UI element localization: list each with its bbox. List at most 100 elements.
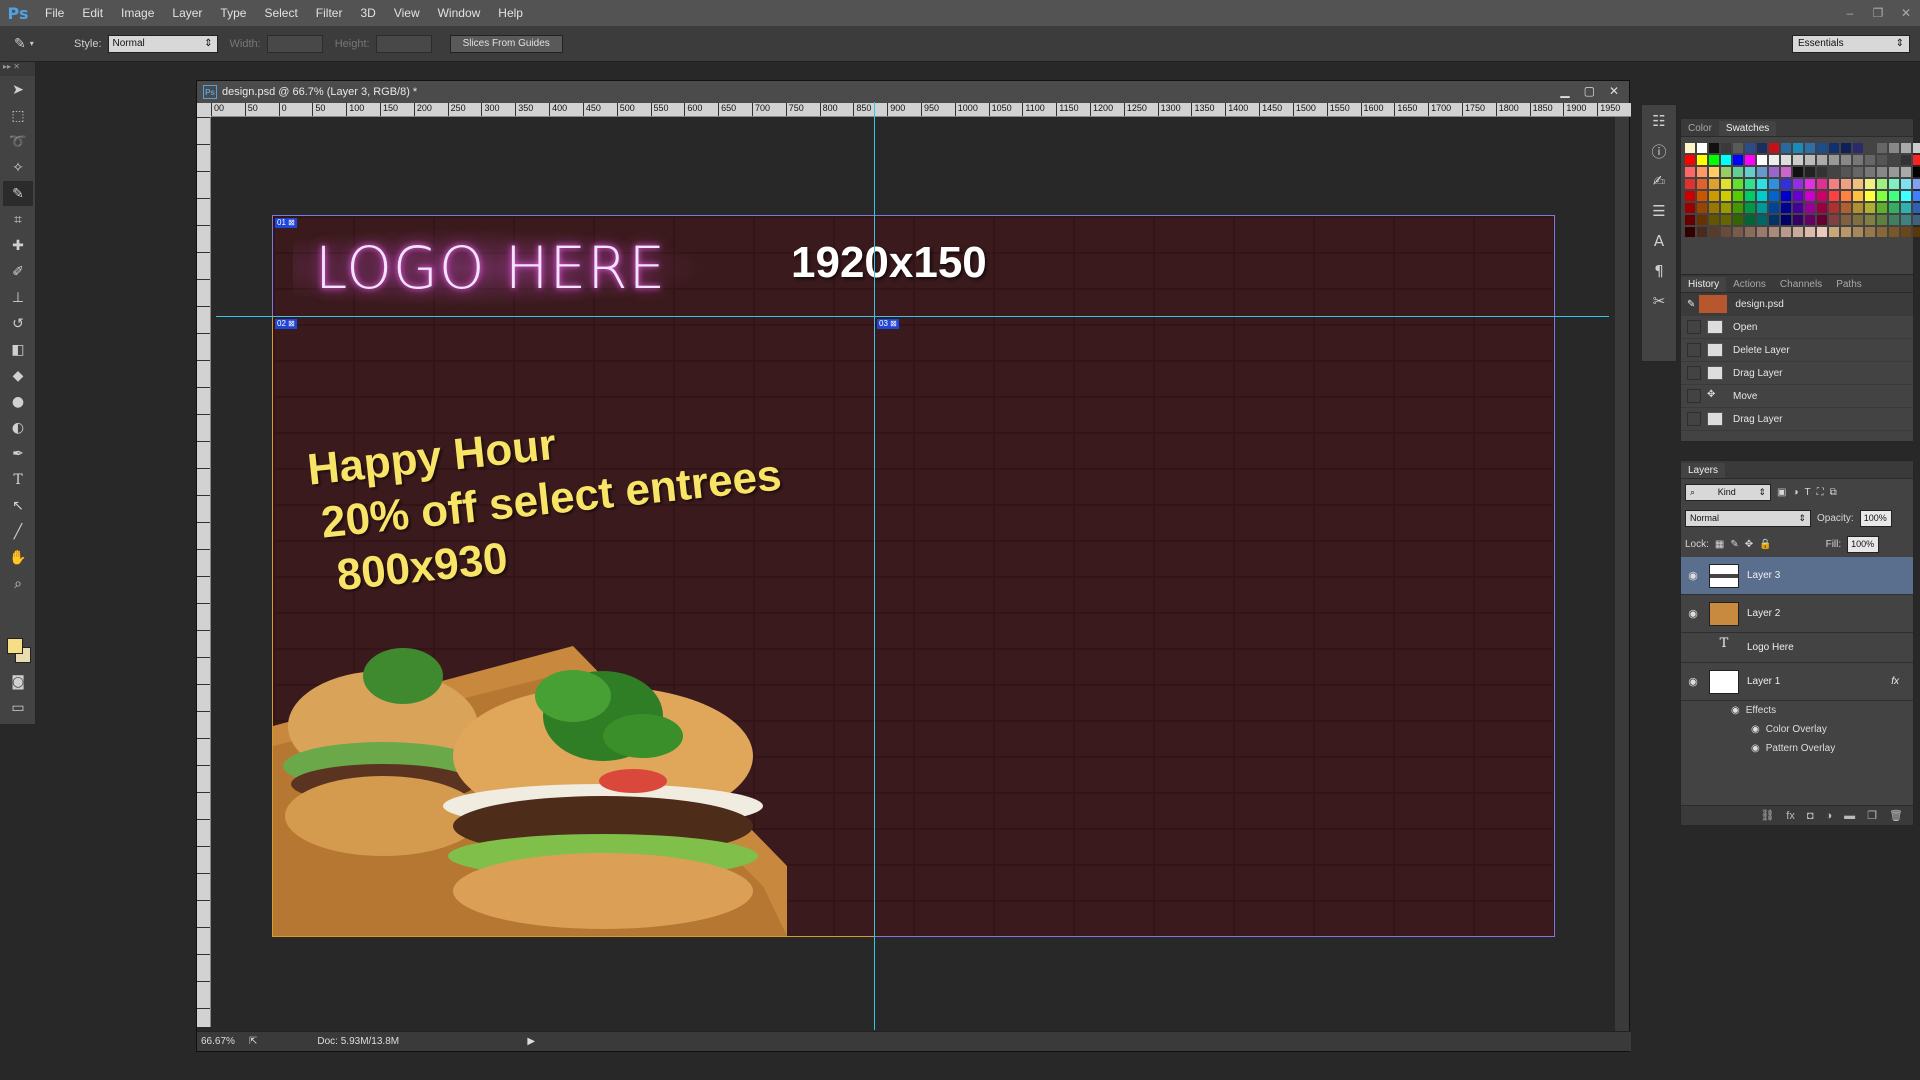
color-swatch[interactable] [1733,167,1743,177]
color-swatch[interactable] [1709,167,1719,177]
slice-tool-icon[interactable]: ✎ [3,181,33,206]
lock-position-icon[interactable]: ✥ [1745,539,1753,550]
color-swatch[interactable] [1685,203,1695,213]
color-swatch[interactable] [1877,227,1887,237]
color-swatch[interactable] [1745,155,1755,165]
menu-view[interactable]: View [385,6,429,20]
color-swatch[interactable] [1721,167,1731,177]
color-swatch[interactable] [1901,155,1911,165]
color-swatch[interactable] [1901,179,1911,189]
color-swatch[interactable] [1829,179,1839,189]
adjustment-layer-icon[interactable]: ◑ [1826,810,1833,822]
color-swatch[interactable] [1709,179,1719,189]
eye-icon[interactable]: ◉ [1681,569,1705,582]
color-swatch[interactable] [1889,215,1899,225]
color-swatch[interactable] [1733,227,1743,237]
type-tool-icon[interactable]: T [3,467,33,492]
color-swatch[interactable] [1805,155,1815,165]
color-swatch[interactable] [1709,215,1719,225]
menu-window[interactable]: Window [429,6,490,20]
layer-row[interactable]: ◉ Layer 2 [1681,595,1913,633]
filter-smart-icon[interactable]: ⧉ [1830,487,1837,498]
menu-select[interactable]: Select [255,6,306,20]
color-swatch[interactable] [1685,143,1695,153]
document-tab[interactable]: Ps design.psd @ 66.7% (Layer 3, RGB/8) *… [197,81,1629,103]
history-checkbox[interactable] [1687,320,1701,334]
tab-channels[interactable]: Channels [1773,277,1829,292]
color-swatch[interactable] [1721,227,1731,237]
effects-group[interactable]: ◉ Effects [1681,701,1913,720]
color-swatch[interactable] [1757,191,1767,201]
color-swatch[interactable] [1865,227,1875,237]
color-swatch[interactable] [1745,227,1755,237]
vertical-ruler[interactable] [197,117,211,1027]
brush-tool-icon[interactable]: ✐ [3,259,33,284]
color-swatch[interactable] [1901,227,1911,237]
menu-filter[interactable]: Filter [307,6,352,20]
color-swatch[interactable] [1721,143,1731,153]
link-icon[interactable]: ⛓ [1760,809,1774,822]
color-swatch[interactable] [1853,167,1863,177]
color-swatch[interactable] [1781,155,1791,165]
horizontal-guide[interactable] [216,316,1609,317]
lock-transparent-icon[interactable]: ▦ [1715,539,1724,550]
history-item[interactable]: Drag Layer [1681,408,1913,431]
color-swatch[interactable] [1769,143,1779,153]
color-swatch[interactable] [1733,203,1743,213]
height-field[interactable] [375,34,432,53]
color-swatch[interactable] [1913,155,1920,165]
brush-presets-icon[interactable]: ✍ [1645,167,1673,195]
color-swatch[interactable] [1697,155,1707,165]
color-swatch[interactable] [1901,143,1911,153]
minimize-icon[interactable]: ▁ [1560,84,1569,98]
color-swatch[interactable] [1805,143,1815,153]
style-select[interactable]: Normal ⇕ [107,34,218,53]
hand-tool-icon[interactable]: ✋ [3,545,33,570]
blur-tool-icon[interactable]: ● [3,389,33,414]
color-swatch[interactable] [1865,179,1875,189]
slice-tag[interactable]: 01 ⊠ [275,218,297,228]
color-swatch[interactable] [1685,215,1695,225]
magic-wand-tool-icon[interactable]: ✧ [3,155,33,180]
color-swatch[interactable] [1757,167,1767,177]
marquee-tool-icon[interactable]: ⬚ [3,103,33,128]
color-swatch[interactable] [1817,191,1827,201]
color-swatch[interactable] [1745,143,1755,153]
color-swatch[interactable] [1817,203,1827,213]
color-swatch[interactable] [1889,155,1899,165]
color-swatch[interactable] [1913,227,1920,237]
history-checkbox[interactable] [1687,343,1701,357]
color-swatch[interactable] [1793,179,1803,189]
color-swatch[interactable] [1865,143,1875,153]
history-brush-tool-icon[interactable]: ↺ [3,311,33,336]
fx-icon[interactable]: fx [1891,676,1899,687]
eye-icon[interactable]: ◉ [1681,675,1705,688]
color-swatch[interactable] [1781,215,1791,225]
color-swatch[interactable] [1709,203,1719,213]
color-swatch[interactable] [1793,215,1803,225]
pen-tool-icon[interactable]: ✒ [3,441,33,466]
color-swatch[interactable] [1805,227,1815,237]
maximize-icon[interactable]: ▢ [1584,84,1595,98]
color-swatch[interactable] [1769,191,1779,201]
color-swatch[interactable] [1685,155,1695,165]
color-swatch[interactable] [1841,167,1851,177]
color-swatch[interactable] [1685,227,1695,237]
color-swatch[interactable] [1697,143,1707,153]
color-swatch[interactable] [1757,227,1767,237]
menu-edit[interactable]: Edit [73,6,112,20]
color-swatch[interactable] [1841,215,1851,225]
history-item[interactable]: ✥ Move [1681,385,1913,408]
color-swatch[interactable] [1757,155,1767,165]
color-swatch[interactable] [1721,155,1731,165]
color-swatch[interactable] [1853,227,1863,237]
foreground-color-swatch[interactable] [7,638,23,654]
tools-presets-icon[interactable]: ✂ [1645,287,1673,315]
info-icon[interactable]: ⓘ [1645,137,1673,165]
filter-adjust-icon[interactable]: ◑ [1792,487,1798,498]
filter-shape-icon[interactable]: ⛶ [1817,487,1824,498]
zoom-tool-icon[interactable]: ⌕ [3,571,33,596]
horizontal-ruler[interactable]: 00 50 0 50 100 150 200 250 300 350 400 450 500 550 600… [211,103,1631,117]
slice-tag[interactable]: 03 ⊠ [877,319,899,329]
panel-collapse-icon[interactable]: ▸▸ ✕ [0,62,35,76]
